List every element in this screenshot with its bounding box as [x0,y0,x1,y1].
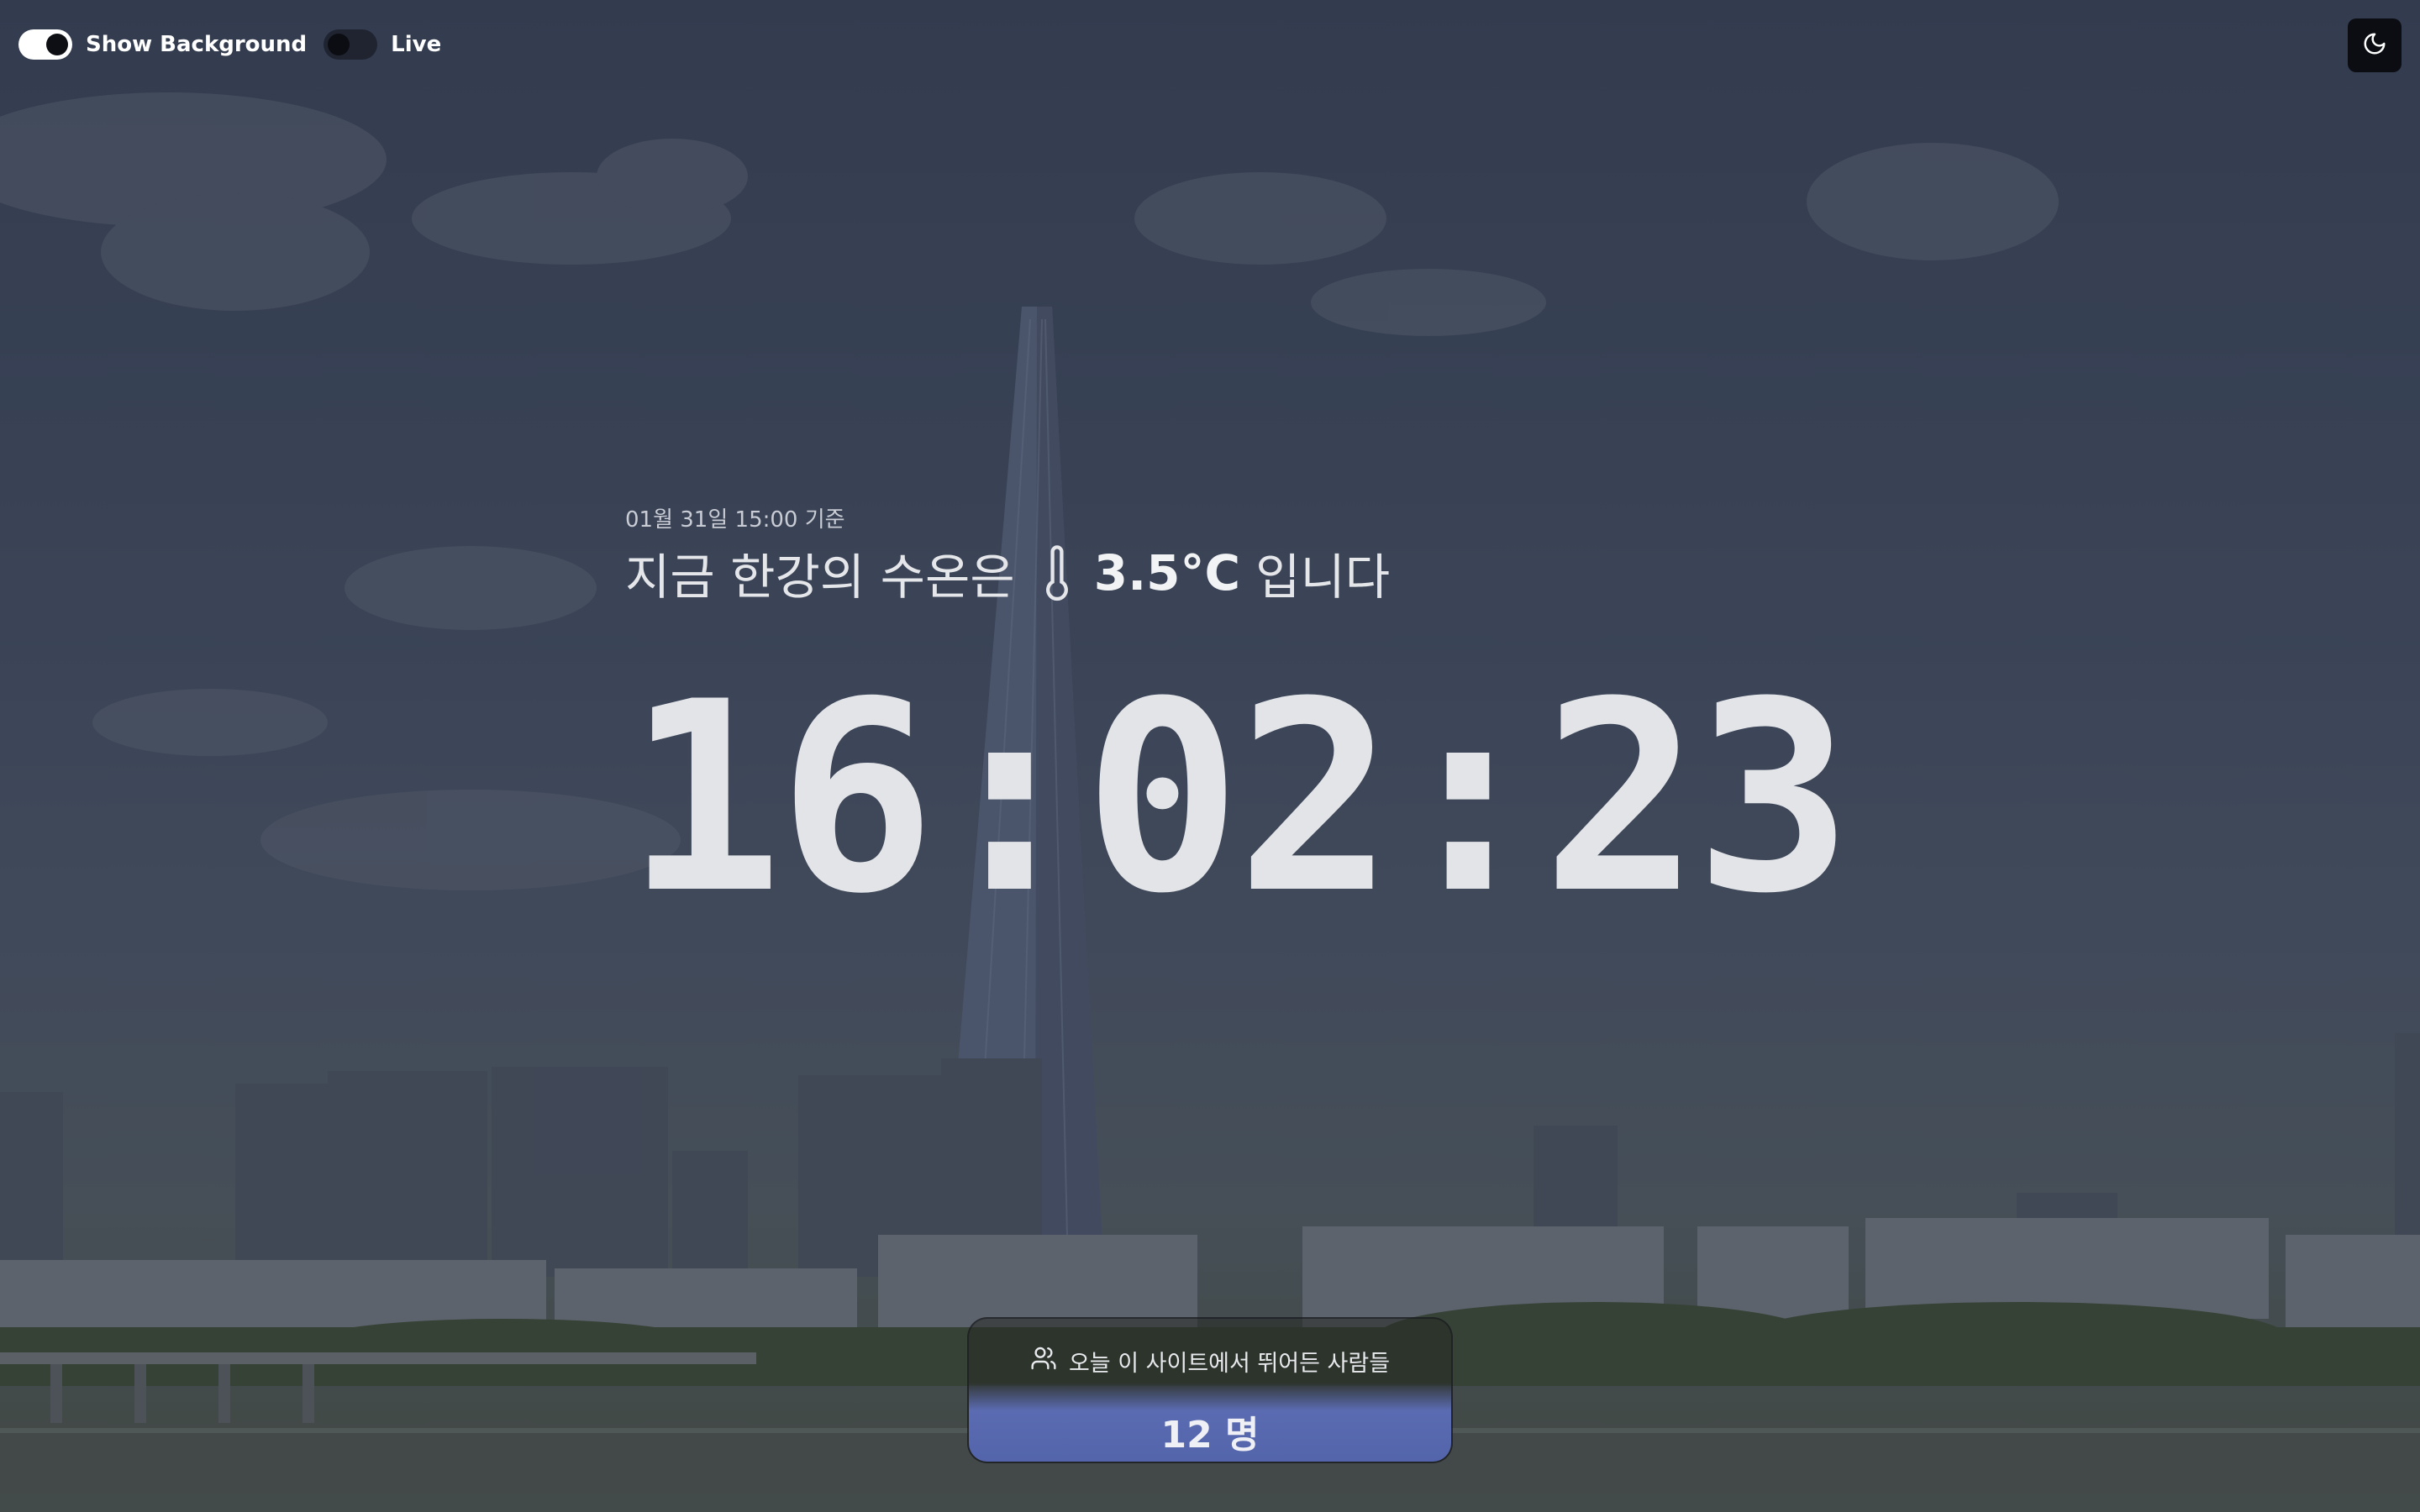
moon-icon [2362,31,2387,60]
thermometer-icon [1039,543,1076,603]
visitor-count: 12 명 [1160,1414,1260,1457]
headline-tail: 입니다 [1255,549,1391,606]
water-temperature-headline: 지금 한강의 수온은 3.5°C 입니다 [625,538,1390,608]
visitor-counter-card: 오늘 이 사이트에서 뛰어든 사람들 12 명 [967,1317,1453,1463]
measurement-timestamp: 01월 31일 15:00 기준 [625,507,845,533]
water-temperature-value: 3.5°C [1093,544,1241,601]
show-background-label: Show Background [86,32,308,57]
show-background-toggle[interactable] [18,29,72,60]
headline-lead: 지금 한강의 수온은 [625,549,1015,606]
current-time-clock: 16:02:23 [625,645,1853,951]
theme-toggle-button[interactable] [2348,18,2402,72]
users-icon [1030,1345,1057,1378]
live-label: Live [391,32,442,57]
visitor-counter-label: 오늘 이 사이트에서 뛰어든 사람들 [1068,1350,1391,1377]
live-toggle[interactable] [324,29,378,60]
background-controls: Show Background Live [18,27,445,62]
